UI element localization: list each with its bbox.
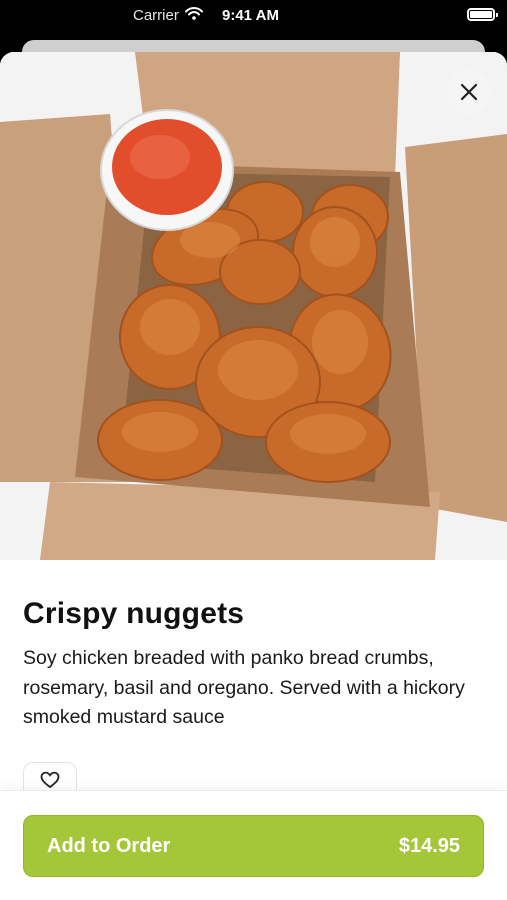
status-left: Carrier — [133, 7, 203, 24]
status-bar: Carrier 9:41 AM — [0, 0, 507, 32]
order-footer: Add to Order $14.95 — [0, 790, 507, 900]
add-to-order-button[interactable]: Add to Order $14.95 — [23, 815, 484, 877]
close-button[interactable] — [447, 70, 491, 114]
battery-icon — [467, 8, 498, 21]
product-title: Crispy nuggets — [23, 597, 245, 630]
product-image — [0, 52, 507, 560]
wifi-icon — [184, 7, 203, 24]
price-label: $14.95 — [398, 834, 460, 857]
add-to-order-label: Add to Order — [47, 834, 171, 857]
product-description: Soy chicken breaded with panko bread cru… — [23, 647, 465, 728]
status-time: 9:41 AM — [222, 7, 279, 24]
carrier-label: Carrier — [133, 7, 179, 24]
close-icon — [460, 83, 478, 101]
product-sheet: Crispy nuggets Soy chicken breaded with … — [0, 52, 507, 900]
